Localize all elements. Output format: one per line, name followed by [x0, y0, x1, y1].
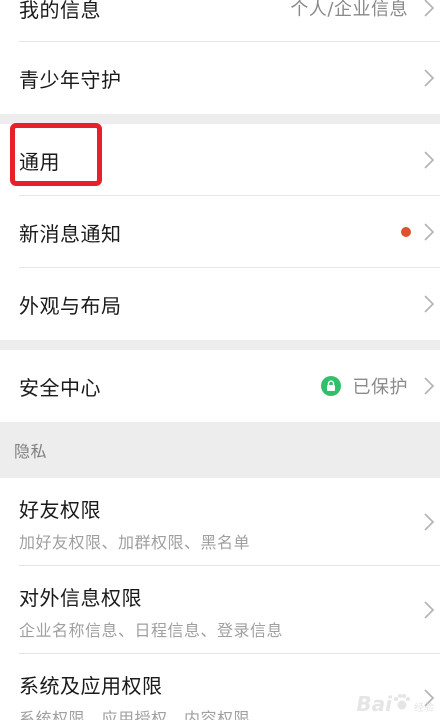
row-label: 系统及应用权限 [19, 673, 163, 698]
section-gap [0, 114, 440, 124]
chevron-right-icon [422, 510, 436, 534]
row-label: 对外信息权限 [19, 585, 142, 610]
row-label: 外观与布局 [19, 293, 122, 318]
chevron-right-icon [422, 0, 436, 20]
unread-dot-icon [401, 227, 411, 237]
section-gap [0, 340, 440, 350]
row-subtitle: 加好友权限、加群权限、黑名单 [19, 532, 251, 552]
group-account: 我的信息 个人/企业信息 青少年守护 [0, 0, 440, 114]
group-security: 安全中心 已保护 [0, 350, 440, 422]
row-subtitle: 系统权限、应用授权、内容权限 [19, 708, 251, 720]
row-system-app-permissions[interactable]: 系统及应用权限 系统权限、应用授权、内容权限 [0, 654, 440, 720]
row-general[interactable]: 通用 [0, 124, 440, 196]
chevron-right-icon [422, 220, 436, 244]
row-external-info-permissions[interactable]: 对外信息权限 企业名称信息、日程信息、登录信息 [0, 566, 440, 654]
row-subtitle: 企业名称信息、日程信息、登录信息 [19, 620, 284, 640]
row-security-center[interactable]: 安全中心 已保护 [0, 350, 440, 422]
row-label: 青少年守护 [19, 67, 122, 92]
row-friend-permissions[interactable]: 好友权限 加好友权限、加群权限、黑名单 [0, 478, 440, 566]
lock-icon [320, 376, 341, 396]
row-label: 好友权限 [19, 497, 101, 522]
chevron-right-icon [422, 148, 436, 172]
settings-page: 我的信息 个人/企业信息 青少年守护 通用 新消息通知 外观与布局 安全中心 已… [0, 0, 440, 720]
chevron-right-icon [422, 374, 436, 398]
chevron-right-icon [422, 598, 436, 622]
group-privacy: 好友权限 加好友权限、加群权限、黑名单 对外信息权限 企业名称信息、日程信息、登… [0, 478, 440, 720]
chevron-right-icon [422, 66, 436, 90]
row-label: 通用 [19, 149, 60, 174]
row-youth-protection[interactable]: 青少年守护 [0, 42, 440, 114]
row-my-info[interactable]: 我的信息 个人/企业信息 [0, 0, 440, 42]
row-label: 新消息通知 [19, 221, 122, 246]
row-appearance-layout[interactable]: 外观与布局 [0, 268, 440, 340]
chevron-right-icon [422, 686, 436, 710]
row-label: 我的信息 [19, 0, 101, 22]
row-value: 已保护 [352, 377, 408, 398]
row-label: 安全中心 [19, 375, 101, 400]
row-new-message-notify[interactable]: 新消息通知 [0, 196, 440, 268]
group-general: 通用 新消息通知 外观与布局 [0, 124, 440, 340]
section-header-privacy: 隐私 [0, 422, 440, 478]
row-value: 个人/企业信息 [290, 0, 408, 20]
chevron-right-icon [422, 292, 436, 316]
